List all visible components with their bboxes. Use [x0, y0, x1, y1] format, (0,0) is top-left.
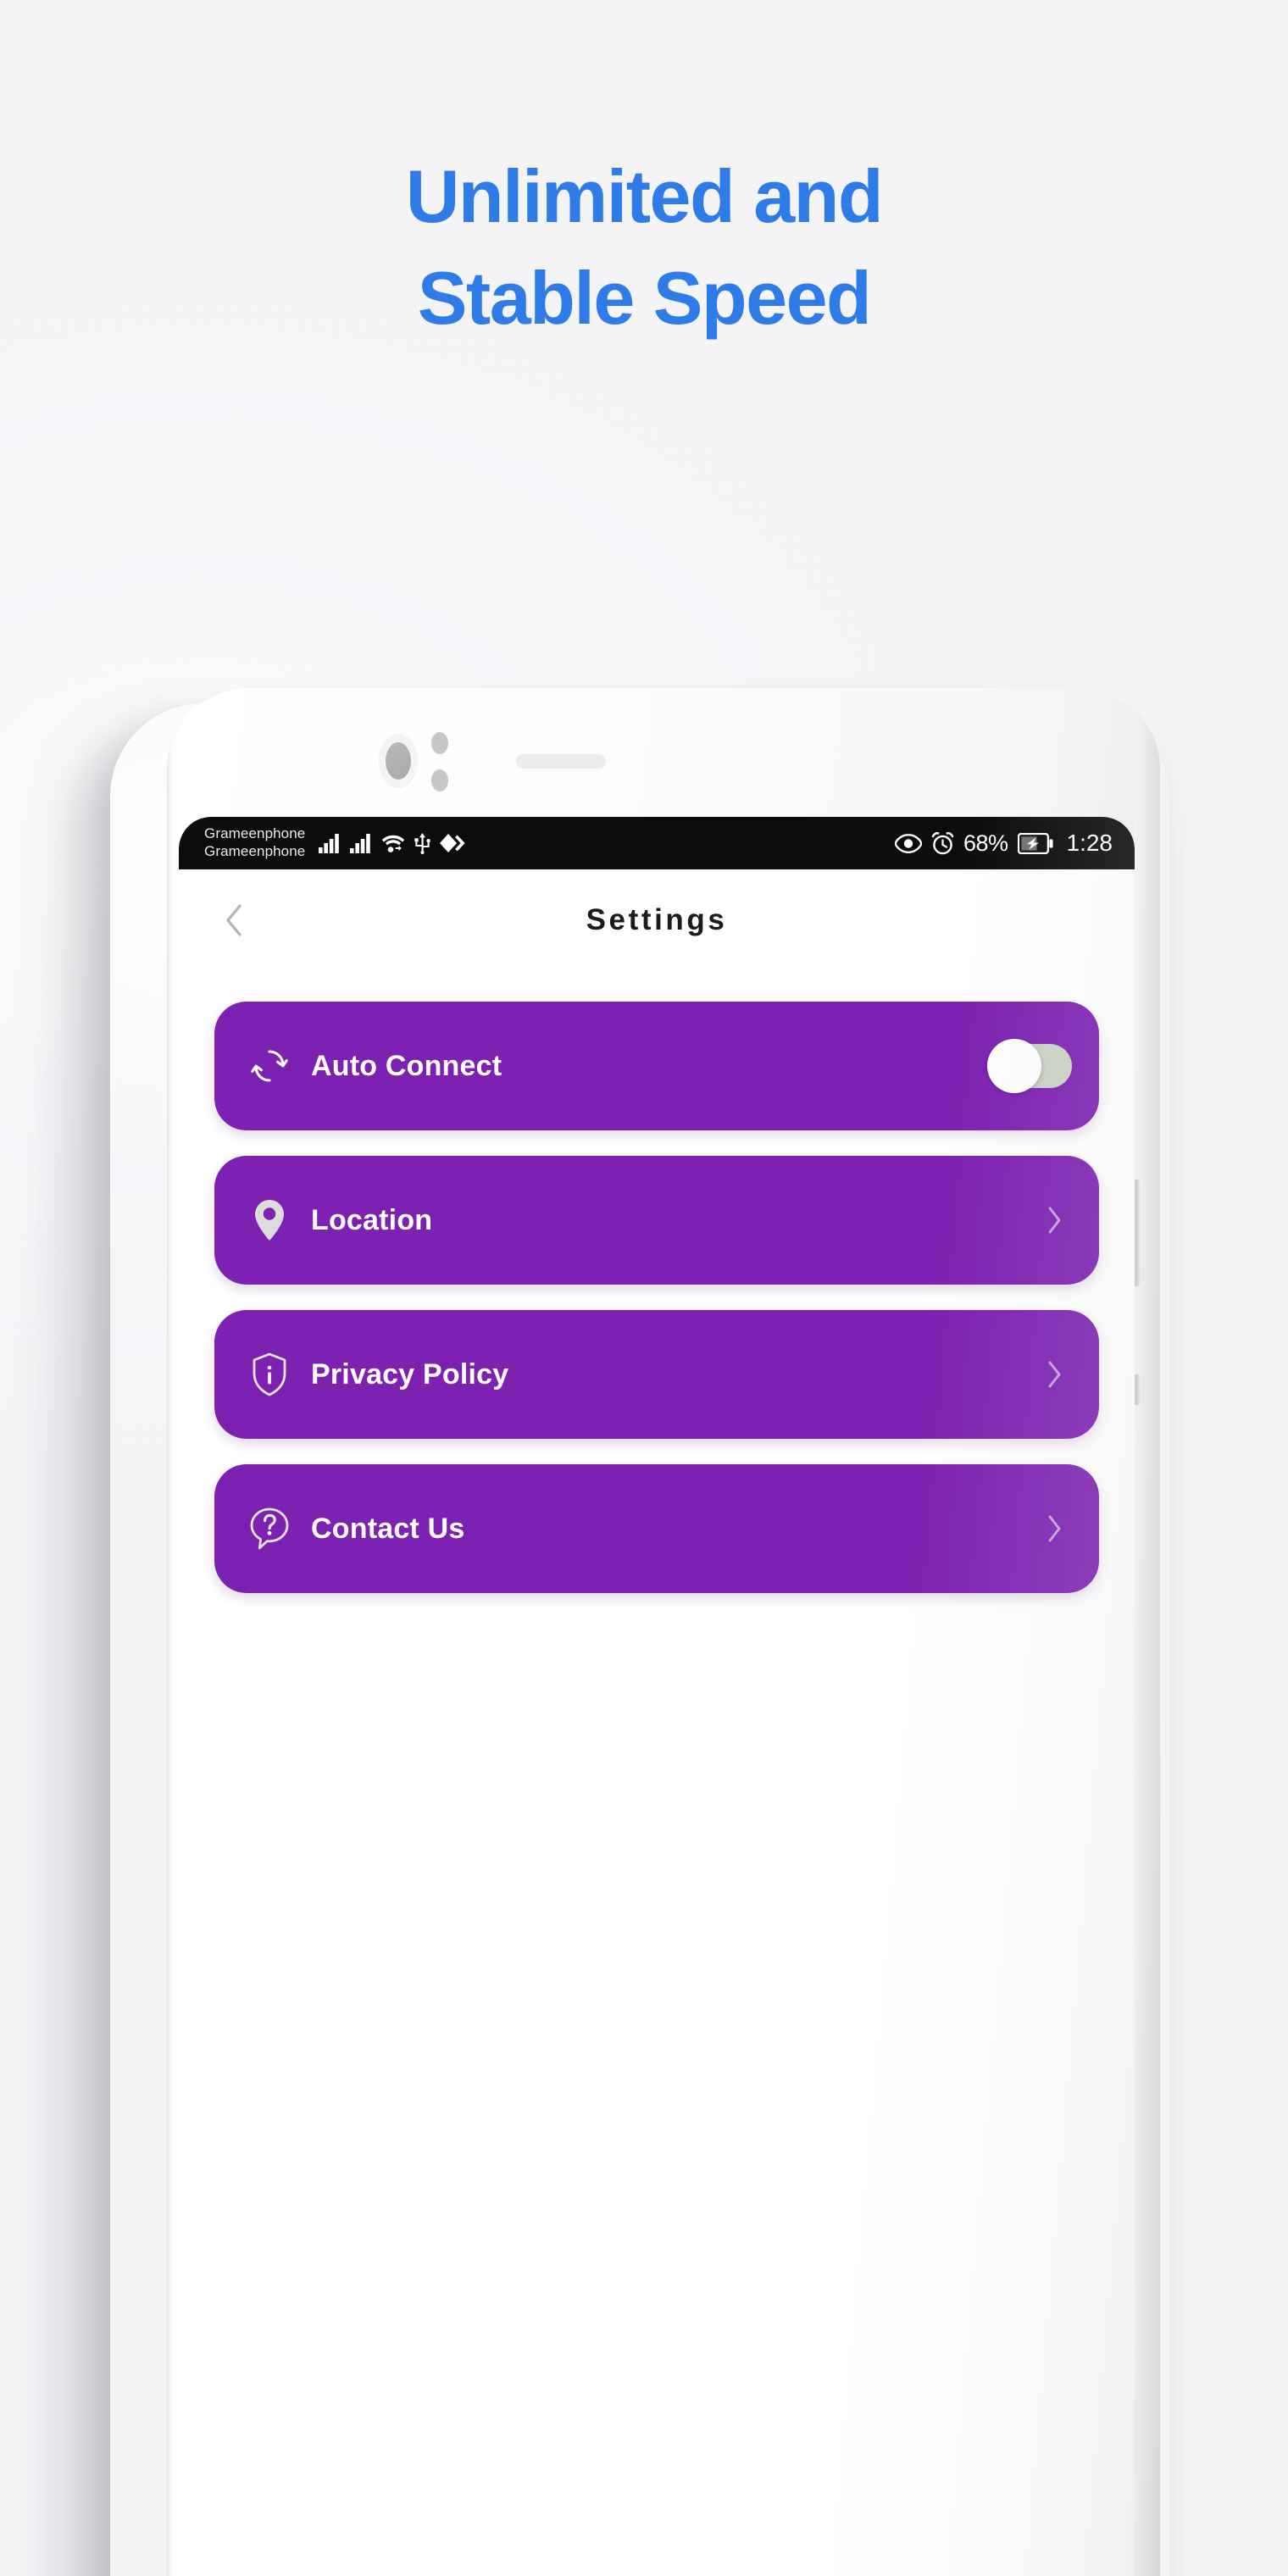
settings-item-contact-us[interactable]: Contact Us	[214, 1464, 1099, 1593]
eye-icon	[894, 833, 922, 853]
phone-left-rim	[167, 688, 179, 2576]
chevron-right-icon	[1038, 1203, 1072, 1237]
signal-bars-sim2-icon	[350, 834, 371, 853]
status-left-icons	[319, 832, 465, 854]
settings-item-auto-connect[interactable]: Auto Connect	[214, 1002, 1099, 1130]
map-pin-icon	[247, 1197, 292, 1243]
settings-item-label: Privacy Policy	[311, 1357, 509, 1391]
auto-connect-toggle[interactable]	[987, 1039, 1072, 1093]
data-transfer-icon	[440, 834, 465, 852]
camera-icon	[379, 734, 418, 788]
battery-charging-icon	[1017, 832, 1052, 854]
settings-item-label: Contact Us	[311, 1512, 465, 1545]
app-bar: Settings	[179, 869, 1135, 971]
settings-list: Auto Connect Location Privacy Policy Con…	[179, 971, 1135, 1593]
page-title: Settings	[586, 903, 728, 936]
page-headline: Unlimited and Stable Speed	[0, 146, 1288, 348]
settings-item-label: Location	[311, 1203, 433, 1236]
usb-icon	[414, 832, 431, 854]
alarm-clock-icon	[931, 831, 954, 854]
phone-top-bezel	[167, 688, 1160, 817]
carrier-labels: Grameenphone Grameenphone	[204, 825, 305, 860]
settings-item-privacy-policy[interactable]: Privacy Policy	[214, 1310, 1099, 1439]
speaker-grille-icon	[516, 754, 606, 769]
settings-item-location[interactable]: Location	[214, 1156, 1099, 1285]
sensor-dot-icon	[431, 732, 448, 754]
settings-item-label: Auto Connect	[311, 1049, 502, 1082]
wifi-icon	[382, 835, 405, 852]
signal-bars-sim1-icon	[319, 834, 340, 853]
carrier-sim1-label: Grameenphone	[204, 825, 306, 842]
toggle-knob	[987, 1039, 1041, 1093]
clock-label: 1:28	[1066, 830, 1113, 856]
battery-percent-label: 68%	[963, 830, 1008, 856]
chevron-right-icon	[1038, 1357, 1072, 1391]
phone-right-rim	[1135, 688, 1160, 2576]
sensor-dot-icon	[431, 769, 448, 791]
question-bubble-icon	[247, 1506, 292, 1552]
phone-screen: Grameenphone Grameenphone 68% 1:28 Setti…	[179, 817, 1135, 2576]
headline-line-1: Unlimited and	[405, 154, 884, 238]
phone-mockup: Grameenphone Grameenphone 68% 1:28 Setti…	[167, 688, 1160, 2576]
sync-refresh-icon	[247, 1043, 292, 1089]
back-button[interactable]	[211, 897, 257, 943]
shield-info-icon	[247, 1352, 292, 1397]
headline-line-2: Stable Speed	[417, 255, 872, 340]
chevron-left-icon	[226, 904, 242, 936]
status-right-icons: 68% 1:28	[894, 830, 1113, 857]
chevron-right-icon	[1038, 1512, 1072, 1546]
carrier-sim2-label: Grameenphone	[204, 843, 306, 859]
status-bar: Grameenphone Grameenphone 68% 1:28	[179, 817, 1135, 869]
